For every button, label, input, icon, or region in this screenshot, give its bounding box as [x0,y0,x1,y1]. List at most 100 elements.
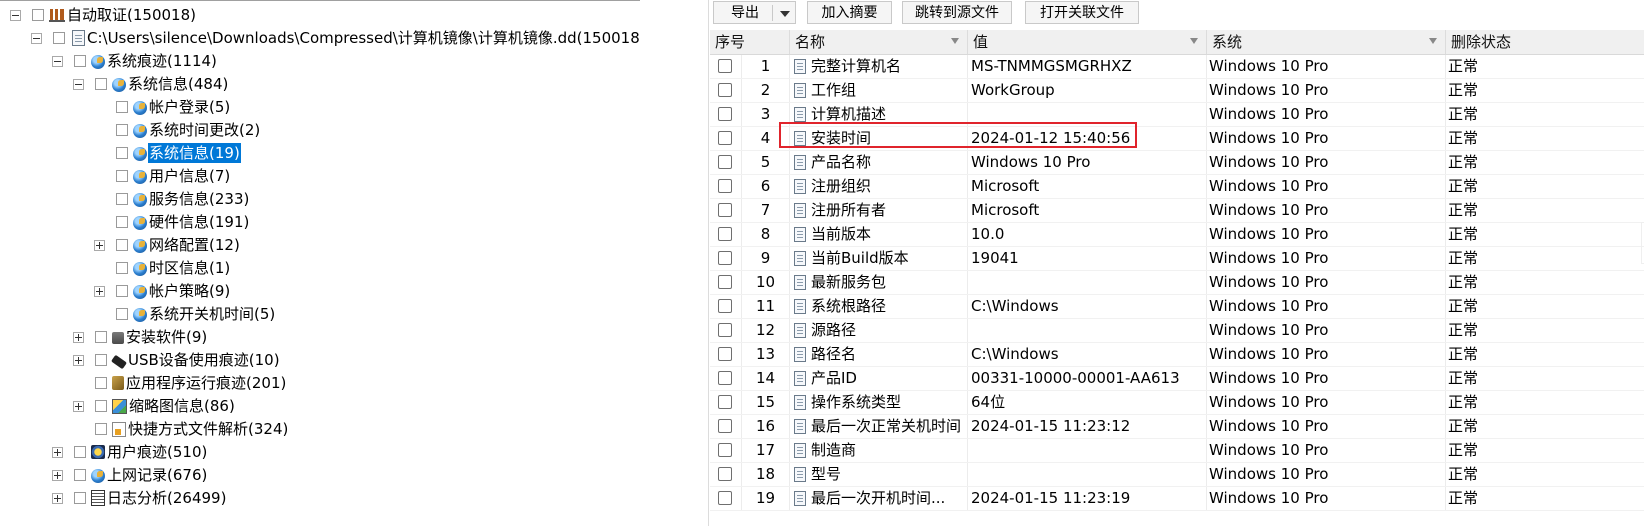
expand-icon[interactable] [94,239,105,251]
expand-icon[interactable] [73,400,84,412]
tree-checkbox[interactable] [116,262,128,274]
filter-icon[interactable] [951,38,959,44]
expand-icon[interactable] [73,354,84,366]
tree-checkbox[interactable] [116,216,128,228]
filter-icon[interactable] [1190,38,1198,44]
tree-node-root[interactable]: 自动取证(150018) [10,4,197,26]
row-checkbox[interactable] [718,155,732,169]
tree-checkbox[interactable] [74,55,86,67]
collapse-icon[interactable] [31,32,42,44]
table-row[interactable]: 9 当前Build版本 19041 Windows 10 Pro 正常 [710,247,1644,271]
row-checkbox[interactable] [718,443,732,457]
tree-node-network-config[interactable]: 网络配置(12) [94,234,241,256]
table-row[interactable]: 10 最新服务包 Windows 10 Pro 正常 [710,271,1644,295]
expand-icon[interactable] [73,331,84,343]
row-checkbox[interactable] [718,83,732,97]
tree-checkbox[interactable] [116,170,128,182]
row-checkbox[interactable] [718,107,732,121]
tree-checkbox[interactable] [74,446,86,458]
column-header-name[interactable]: 名称 [790,30,968,54]
table-row[interactable]: 19 最后一次开机时间... 2024-01-15 11:23:19 Windows … [710,487,1644,511]
expand-icon[interactable] [94,285,105,297]
row-checkbox[interactable] [718,59,732,73]
tree-node-app-run[interactable]: 应用程序运行痕迹(201) [73,372,287,394]
table-row[interactable]: 2 工作组 WorkGroup Windows 10 Pro 正常 [710,79,1644,103]
expand-icon[interactable] [52,469,63,481]
add-summary-button[interactable]: 加入摘要 [807,1,892,24]
column-header-deleted[interactable]: 删除状态 [1446,30,1644,54]
tree-node-power-times[interactable]: 系统开关机时间(5) [94,303,276,325]
table-row[interactable]: 14 产品ID 00331-10000-00001-AA613 Windows 10 … [710,367,1644,391]
tree-node-account-login[interactable]: 帐户登录(5) [94,96,231,118]
table-row[interactable]: 11 系统根路径 C:\Windows Windows 10 Pro 正常 [710,295,1644,319]
tree-node-image[interactable]: C:\Users\silence\Downloads\Compressed\计算… [31,27,640,49]
row-checkbox[interactable] [718,299,732,313]
column-header-system[interactable]: 系统 [1207,30,1446,54]
tree-checkbox[interactable] [116,285,128,297]
tree-checkbox[interactable] [116,101,128,113]
row-checkbox[interactable] [718,371,732,385]
goto-source-button[interactable]: 跳转到源文件 [902,1,1012,24]
tree-node-installed-software[interactable]: 安装软件(9) [73,326,208,348]
row-checkbox[interactable] [718,227,732,241]
column-header-value[interactable]: 值 [968,30,1207,54]
tree-node-user-traces[interactable]: 用户痕迹(510) [52,441,208,463]
tree-node-usb[interactable]: USB设备使用痕迹(10) [73,349,281,371]
tree-node-shortcut[interactable]: 快捷方式文件解析(324) [73,418,289,440]
row-checkbox[interactable] [718,251,732,265]
tree-checkbox[interactable] [32,9,44,21]
collapse-icon[interactable] [10,9,21,21]
table-row[interactable]: 6 注册组织 Microsoft Windows 10 Pro 正常 [710,175,1644,199]
table-row[interactable]: 18 型号 Windows 10 Pro 正常 [710,463,1644,487]
tree-node-logs[interactable]: 日志分析(26499) [52,487,227,509]
tree-node-thumbnail[interactable]: 缩略图信息(86) [73,395,236,417]
tree-node-time-change[interactable]: 系统时间更改(2) [94,119,261,141]
expand-icon[interactable] [52,446,63,458]
table-row[interactable]: 8 当前版本 10.0 Windows 10 Pro 正常 [710,223,1644,247]
filter-icon[interactable] [1429,38,1437,44]
open-related-button[interactable]: 打开关联文件 [1025,1,1139,24]
row-checkbox[interactable] [718,179,732,193]
tree-checkbox[interactable] [95,400,107,412]
column-header-no[interactable]: 序号 [710,30,790,54]
table-row[interactable]: 5 产品名称 Windows 10 Pro Windows 10 Pro 正常 [710,151,1644,175]
export-button[interactable]: 导出 [713,1,796,24]
tree-node-account-policy[interactable]: 帐户策略(9) [94,280,231,302]
tree-checkbox[interactable] [95,423,107,435]
collapse-icon[interactable] [73,78,84,90]
tree-checkbox[interactable] [116,124,128,136]
tree-node-system-info[interactable]: 系统信息(484) [73,73,229,95]
tree-checkbox[interactable] [95,354,107,366]
tree-node-system-info-selected[interactable]: 系统信息(19) [94,142,241,164]
tree-checkbox[interactable] [95,331,107,343]
row-checkbox[interactable] [718,203,732,217]
tree-checkbox[interactable] [53,32,65,44]
row-checkbox[interactable] [718,395,732,409]
tree-checkbox[interactable] [116,193,128,205]
tree-node-timezone[interactable]: 时区信息(1) [94,257,231,279]
row-checkbox[interactable] [718,419,732,433]
table-row[interactable]: 17 制造商 Windows 10 Pro 正常 [710,439,1644,463]
tree-checkbox[interactable] [116,147,128,159]
tree-checkbox[interactable] [74,492,86,504]
table-row[interactable]: 16 最后一次正常关机时间 2024-01-15 11:23:12 Windows 1… [710,415,1644,439]
collapse-icon[interactable] [52,55,63,67]
tree-node-hardware-info[interactable]: 硬件信息(191) [94,211,250,233]
tree-node-user-info[interactable]: 用户信息(7) [94,165,231,187]
tree-checkbox[interactable] [74,469,86,481]
table-row[interactable]: 12 源路径 Windows 10 Pro 正常 [710,319,1644,343]
table-row[interactable]: 15 操作系统类型 64位 Windows 10 Pro 正常 [710,391,1644,415]
row-checkbox[interactable] [718,467,732,481]
tree-checkbox[interactable] [95,377,107,389]
table-row[interactable]: 1 完整计算机名 MS-TNMMGSMGRHXZ Windows 10 Pro 正常 [710,55,1644,79]
tree-checkbox[interactable] [95,78,107,90]
tree-node-web[interactable]: 上网记录(676) [52,464,208,486]
row-checkbox[interactable] [718,491,732,505]
chevron-down-icon[interactable] [780,11,790,17]
tree-node-system-traces[interactable]: 系统痕迹(1114) [52,50,218,72]
table-row[interactable]: 13 路径名 C:\Windows Windows 10 Pro 正常 [710,343,1644,367]
tree-checkbox[interactable] [116,308,128,320]
row-checkbox[interactable] [718,131,732,145]
tree-checkbox[interactable] [116,239,128,251]
row-checkbox[interactable] [718,323,732,337]
